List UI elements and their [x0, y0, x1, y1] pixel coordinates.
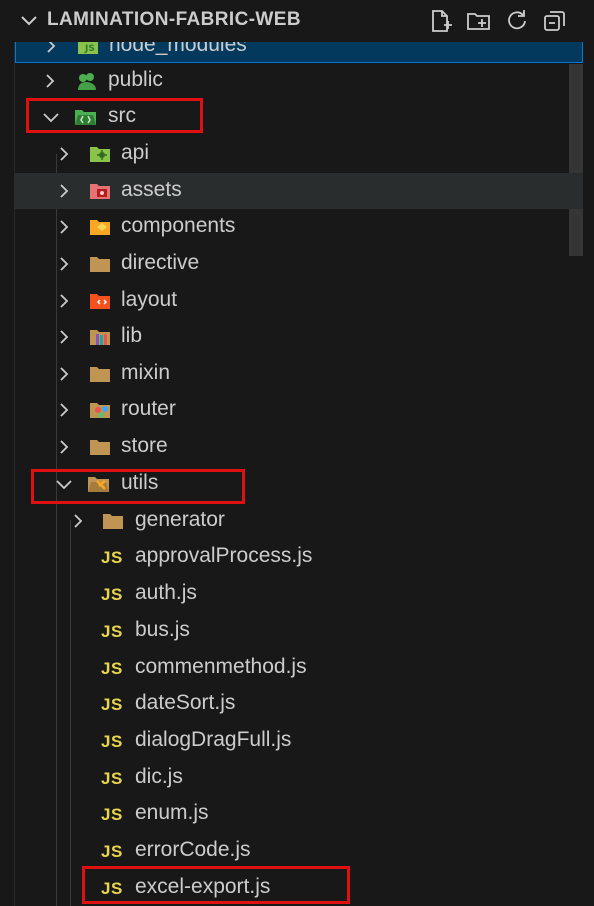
js-file-icon: JS	[101, 769, 123, 788]
tree-item-public[interactable]: public	[15, 63, 583, 99]
tree-item-label: lib	[121, 324, 143, 347]
api-folder-icon	[89, 143, 111, 165]
chevron-right-icon	[57, 294, 71, 308]
tree-item-file[interactable]: JS bus.js	[15, 613, 583, 649]
chevron-right-icon	[57, 220, 71, 234]
chevron-right-icon	[57, 367, 71, 381]
js-file-icon: JS	[101, 548, 123, 567]
js-file-icon: JS	[101, 732, 123, 751]
tree-item-label: bus.js	[135, 618, 190, 641]
folder-icon	[89, 436, 111, 458]
refresh-icon[interactable]	[504, 8, 530, 34]
tree-item-generator[interactable]: generator	[15, 503, 583, 539]
tree-item-label: approvalProcess.js	[135, 544, 313, 567]
tree-item-api[interactable]: api	[15, 136, 583, 172]
tree-item-label: dialogDragFull.js	[135, 728, 292, 751]
lib-folder-icon	[89, 326, 111, 348]
chevron-right-icon	[44, 42, 58, 53]
assets-folder-icon	[89, 180, 111, 202]
tree-item-label: utils	[121, 471, 159, 494]
tree-item-label: directive	[121, 251, 200, 274]
chevron-right-icon	[57, 330, 71, 344]
tree-item-node-modules[interactable]: JS node_modules	[15, 42, 583, 63]
js-file-icon: JS	[101, 695, 123, 714]
tree-item-label: excel-export.js	[135, 875, 271, 898]
chevron-right-icon	[57, 403, 71, 417]
tree-item-label: generator	[135, 508, 225, 531]
project-title[interactable]: LAMINATION-FABRIC-WEB	[47, 9, 301, 31]
folder-icon	[89, 363, 111, 385]
tree-item-label: components	[121, 214, 236, 237]
collapse-all-icon[interactable]	[542, 8, 568, 34]
nodejs-folder-icon: JS	[77, 42, 99, 57]
js-file-icon: JS	[101, 805, 123, 824]
tree-item-file[interactable]: JS excel-export.js	[15, 870, 583, 906]
tree-item-file[interactable]: JS dialogDragFull.js	[15, 723, 583, 759]
tree-item-label: dateSort.js	[135, 691, 236, 714]
tree-item-label: node_modules	[109, 42, 247, 56]
tree-item-file[interactable]: JS dateSort.js	[15, 686, 583, 722]
tree-item-label: mixin	[121, 361, 171, 384]
chevron-right-icon	[57, 440, 71, 454]
components-folder-icon	[89, 216, 111, 238]
tree-item-store[interactable]: store	[15, 429, 583, 465]
src-folder-icon	[74, 106, 96, 128]
utils-folder-icon	[87, 473, 109, 495]
chevron-right-icon	[57, 257, 71, 271]
js-file-icon: JS	[101, 842, 123, 861]
js-file-icon: JS	[101, 879, 123, 898]
tree-item-label: commenmethod.js	[135, 655, 307, 678]
tree-item-file[interactable]: JS errorCode.js	[15, 833, 583, 869]
tree-item-label: auth.js	[135, 581, 197, 604]
tree-item-label: public	[108, 68, 163, 91]
js-file-icon: JS	[101, 659, 123, 678]
tree-item-directive[interactable]: directive	[15, 246, 583, 282]
svg-text:JS: JS	[84, 44, 95, 54]
router-folder-icon	[89, 399, 111, 421]
tree-item-label: src	[108, 104, 136, 127]
folder-icon	[89, 253, 111, 275]
tree-item-components[interactable]: components	[15, 209, 583, 245]
tree-item-label: dic.js	[135, 765, 183, 788]
tree-item-label: assets	[121, 178, 182, 201]
js-file-icon: JS	[101, 585, 123, 604]
tree-item-mixin[interactable]: mixin	[15, 356, 583, 392]
tree-item-src[interactable]: src	[15, 99, 583, 135]
new-file-icon[interactable]	[428, 8, 454, 34]
tree-item-layout[interactable]: layout	[15, 283, 583, 319]
tree-item-file[interactable]: JS auth.js	[15, 576, 583, 612]
chevron-down-icon	[56, 477, 72, 491]
tree-item-label: errorCode.js	[135, 838, 251, 861]
chevron-right-icon	[57, 184, 71, 198]
tree-item-assets[interactable]: assets	[15, 173, 583, 209]
chevron-right-icon	[43, 74, 57, 88]
file-tree: JS node_modules public src api assets co…	[14, 42, 583, 906]
new-folder-icon[interactable]	[466, 8, 492, 34]
tree-item-label: router	[121, 397, 176, 420]
collapse-section-icon[interactable]	[20, 12, 38, 35]
tree-item-utils[interactable]: utils	[15, 466, 583, 502]
tree-item-lib[interactable]: lib	[15, 319, 583, 355]
layout-folder-icon	[89, 290, 111, 312]
tree-item-label: enum.js	[135, 801, 209, 824]
public-folder-icon	[76, 70, 98, 92]
tree-item-file[interactable]: JS commenmethod.js	[15, 650, 583, 686]
chevron-right-icon	[71, 514, 85, 528]
tree-item-file[interactable]: JS enum.js	[15, 796, 583, 832]
tree-item-label: store	[121, 434, 168, 457]
tree-item-file[interactable]: JS dic.js	[15, 760, 583, 796]
tree-item-label: api	[121, 141, 150, 164]
chevron-right-icon	[57, 147, 71, 161]
explorer-header: LAMINATION-FABRIC-WEB	[0, 0, 594, 42]
folder-icon	[102, 510, 124, 532]
chevron-down-icon	[43, 110, 59, 124]
tree-item-router[interactable]: router	[15, 392, 583, 428]
tree-item-label: layout	[121, 288, 178, 311]
js-file-icon: JS	[101, 622, 123, 641]
tree-item-file[interactable]: JS approvalProcess.js	[15, 539, 583, 575]
